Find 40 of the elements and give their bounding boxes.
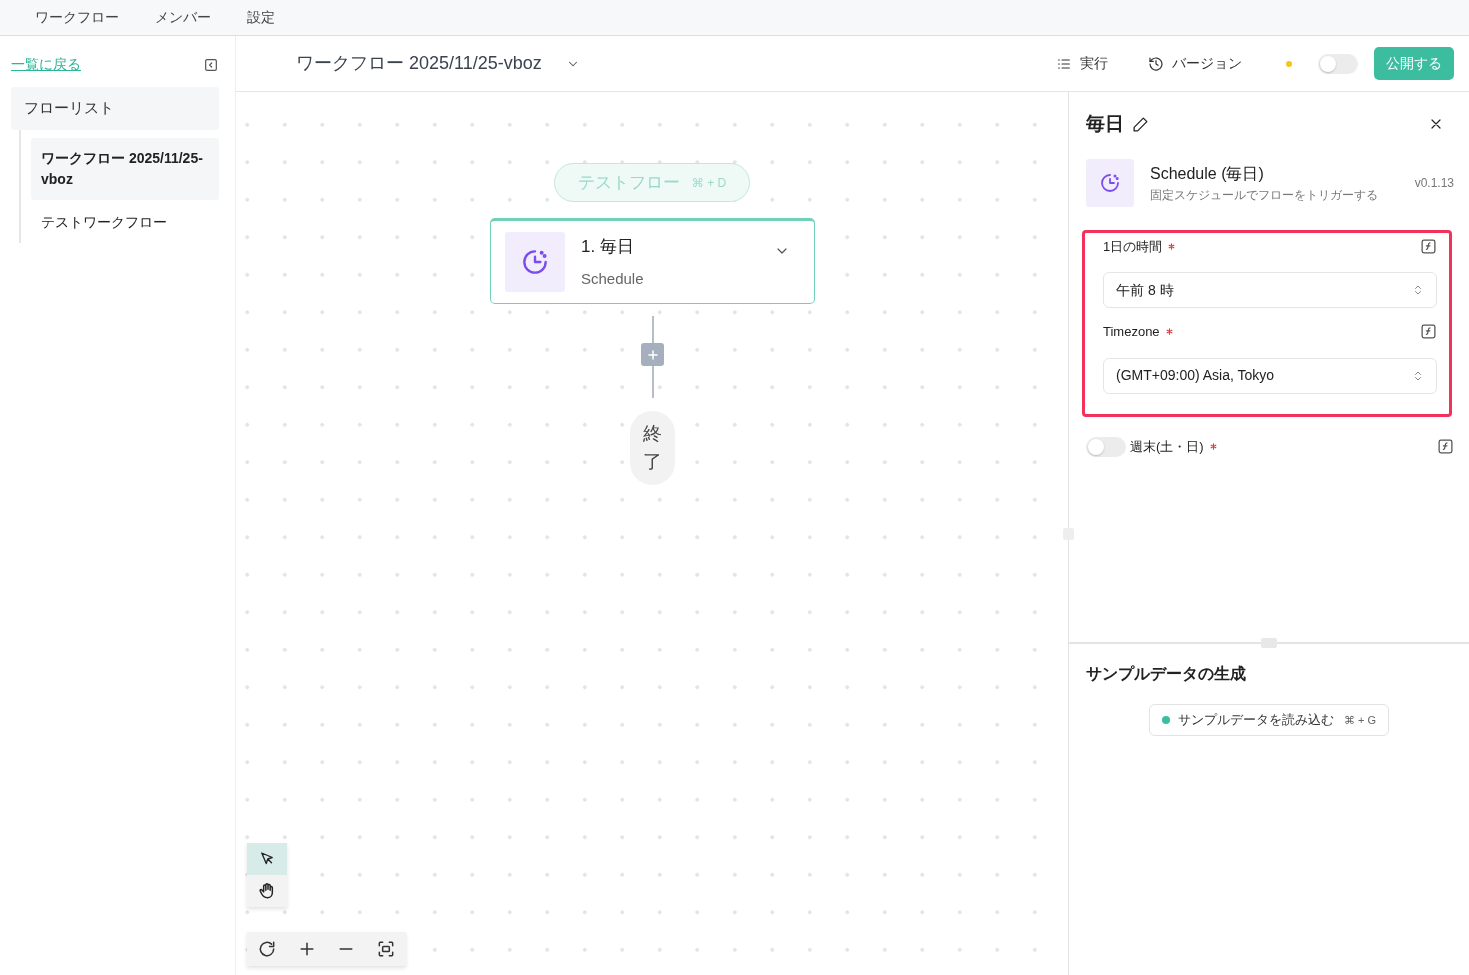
flow-list-title: フローリスト xyxy=(11,87,219,130)
run-button[interactable]: 実行 xyxy=(1056,53,1108,74)
resize-handle[interactable] xyxy=(1261,638,1277,648)
weekend-toggle[interactable] xyxy=(1086,436,1126,457)
node-title: 1. 毎日 xyxy=(581,236,635,258)
field-label: 1日の時間 xyxy=(1103,237,1163,256)
node-subtitle: Schedule xyxy=(581,268,645,289)
workflow-node-card[interactable]: 1. 毎日 Schedule xyxy=(490,218,815,304)
nav-tab[interactable]: 設定 xyxy=(247,7,275,28)
section-title: サンプルデータの生成 xyxy=(1086,664,1247,684)
field-label: 週末(土・日) xyxy=(1130,437,1204,456)
workflow-title: ワークフロー 2025/11/25-vboz xyxy=(296,52,542,75)
version-button[interactable]: バージョン xyxy=(1148,53,1242,74)
function-icon[interactable] xyxy=(1437,438,1454,455)
resize-handle[interactable] xyxy=(1063,528,1074,540)
pointer-tool-button[interactable] xyxy=(247,843,287,875)
function-icon[interactable] xyxy=(1420,323,1437,341)
panel-title: 毎日 xyxy=(1086,112,1124,136)
plugin-version: v0.1.13 xyxy=(1414,174,1454,192)
pencil-icon[interactable] xyxy=(1132,115,1149,133)
end-node: 終了 xyxy=(630,411,675,485)
collapse-icon[interactable] xyxy=(203,56,219,73)
nav-tab[interactable]: メンバー xyxy=(155,7,211,28)
field-label: Timezone xyxy=(1103,323,1160,341)
status-dot xyxy=(1286,60,1292,67)
plus-icon xyxy=(645,347,660,362)
updown-icon xyxy=(1412,284,1424,296)
flow-list-item[interactable]: ワークフロー 2025/11/25-vboz xyxy=(31,137,219,200)
publish-toggle[interactable] xyxy=(1318,53,1358,74)
select-field[interactable]: 午前 8 時 xyxy=(1103,272,1437,308)
plugin-description: 固定スケジュールでフローをトリガーする xyxy=(1150,186,1378,204)
load-sample-button[interactable]: サンプルデータを読み込む ⌘ + G xyxy=(1148,704,1390,736)
history-icon xyxy=(1148,55,1164,72)
flow-list-item[interactable]: テストワークフロー xyxy=(31,201,219,243)
select-field[interactable]: (GMT+09:00) Asia, Tokyo xyxy=(1103,357,1437,394)
hand-tool-button[interactable] xyxy=(247,875,287,907)
plugin-name: Schedule (毎日) xyxy=(1150,163,1265,184)
nav-tab[interactable]: ワークフロー xyxy=(35,7,119,28)
updown-icon xyxy=(1412,369,1424,382)
function-icon[interactable] xyxy=(1420,237,1437,255)
